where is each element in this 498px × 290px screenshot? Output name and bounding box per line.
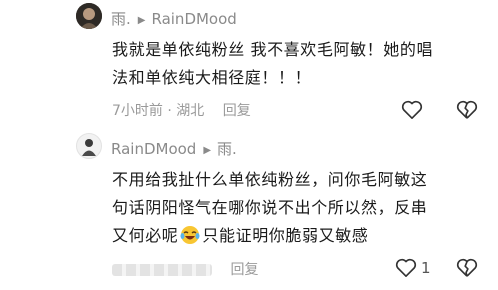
comment-reply-to[interactable]: RainDMood	[151, 10, 236, 28]
comment-time-location: 7小时前 · 湖北	[112, 103, 205, 119]
reply-text: 不用给我扯什么单依纯粉丝，问你毛阿敏这 句话阴阳怪气在哪你说不出个所以然，反串 …	[112, 170, 428, 245]
comment-footer: 7小时前 · 湖北 回复	[112, 100, 251, 120]
reply-footer: 回复	[112, 259, 258, 279]
broken-heart-icon[interactable]	[456, 258, 478, 278]
broken-heart-icon[interactable]	[456, 100, 478, 120]
reply-reply-to[interactable]: 雨.	[217, 140, 237, 158]
laughing-crying-emoji-icon	[180, 226, 200, 244]
reply-arrow-icon: ▶	[137, 15, 146, 26]
heart-icon[interactable]	[395, 258, 417, 278]
avatar[interactable]	[76, 3, 102, 29]
comment-text: 我就是单依纯粉丝 我不喜欢毛阿敏！她的唱 法和单依纯大相径庭！！！	[112, 40, 434, 87]
reply-button[interactable]: 回复	[223, 103, 251, 119]
heart-icon[interactable]	[401, 100, 423, 120]
comment-meta: 雨. ▶ RainDMood	[111, 8, 237, 29]
comment-author[interactable]: 雨.	[111, 10, 131, 28]
reply-author[interactable]: RainDMood	[111, 140, 196, 158]
reply-button[interactable]: 回复	[230, 262, 258, 278]
avatar[interactable]	[76, 133, 102, 159]
like-count: 1	[421, 259, 431, 277]
blurred-meta	[112, 264, 212, 276]
reply-arrow-icon: ▶	[203, 145, 212, 156]
reply-meta: RainDMood ▶ 雨.	[111, 138, 237, 159]
